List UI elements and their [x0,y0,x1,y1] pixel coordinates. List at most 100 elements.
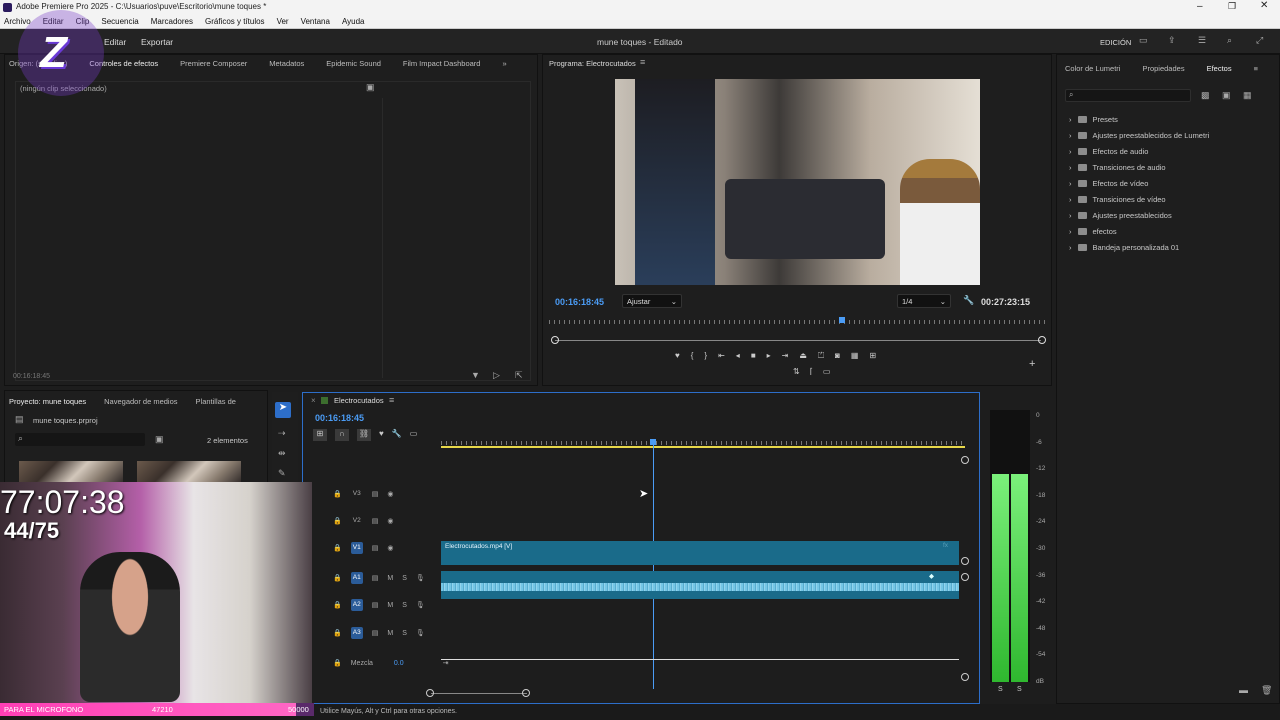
sequence-tab[interactable]: Electrocutados [334,396,384,405]
program-playhead-timecode[interactable]: 00:16:18:45 [555,297,604,307]
effects-tree-item[interactable]: › Efectos de vídeo [1069,175,1209,191]
quick-export-icon[interactable]: ☰ [1198,35,1206,46]
nest-icon[interactable]: ⊞ [313,429,327,441]
new-bin-icon[interactable]: ▬ [1239,685,1248,695]
source-tab-4[interactable]: Epidemic Sound [326,59,381,68]
close-tab-icon[interactable]: × [311,396,316,405]
mute-button[interactable]: M [387,630,393,637]
sync-lock-icon[interactable]: ▤ [372,601,379,609]
effects-tab-2[interactable]: Efectos [1207,64,1232,73]
timeline-timecode[interactable]: 00:16:18:45 [315,413,364,423]
razor-icon[interactable]: ✎ [278,468,286,479]
source-tab-2[interactable]: Premiere Composer [180,59,247,68]
mic-icon[interactable]: 🎙 [416,574,425,582]
find-icon[interactable]: ▣ [155,434,164,445]
panel-menu-icon[interactable]: ≡ [389,395,394,405]
panel-menu-icon[interactable]: ≡ [640,57,645,67]
effects-tree-item[interactable]: › Efectos de audio [1069,143,1209,159]
fit-dropdown[interactable]: Ajustar ⌄ [622,294,682,308]
work-area-bar[interactable] [441,446,965,448]
fullscreen-icon[interactable]: ⤢ [1256,35,1263,46]
edit-mode-button[interactable]: Editar [104,37,126,47]
panel-menu-icon[interactable]: ≡ [1254,64,1258,73]
eye-icon[interactable]: ◉ [387,490,393,498]
linked-selection-icon[interactable]: ⛓ [357,429,371,441]
panel-menu-icon[interactable]: ▣ [366,82,375,93]
effects-tab-1[interactable]: Propiedades [1142,64,1184,73]
effects-tab-0[interactable]: Color de Lumetri [1065,64,1120,73]
hscroll-bar[interactable] [431,693,527,694]
sync-lock-icon[interactable]: ▤ [372,629,379,637]
project-tab-0[interactable]: Proyecto: mune toques [9,397,86,406]
lock-icon[interactable]: 🔒 [333,574,342,582]
lock-icon[interactable]: 🔒 [333,659,342,667]
add-marker-icon[interactable]: ♥ [379,429,384,441]
menu-item-3[interactable]: Secuencia [101,17,138,26]
go-to-end-icon[interactable]: ⇥ [443,659,449,667]
timeline-playhead[interactable] [653,445,654,689]
captions-icon[interactable]: ▭ [410,429,418,441]
effects-tree-item[interactable]: › Ajustes preestablecidos de Lumetri [1069,127,1209,143]
mic-icon[interactable]: 🎙 [416,629,425,637]
more-tabs-icon[interactable]: » [502,59,506,68]
mute-button[interactable]: M [387,575,393,582]
menu-item-6[interactable]: Ver [277,17,289,26]
solo-button[interactable]: S [402,630,407,637]
stop-icon[interactable]: ■ [751,351,756,361]
zoom-handle-left[interactable] [551,336,559,344]
sync-lock-icon[interactable]: ▤ [372,517,379,525]
effects-tree-item[interactable]: › Bandeja personalizada 01 [1069,239,1209,255]
selection-tool-icon[interactable]: ➤ [275,402,291,418]
lift-icon[interactable]: ⏏ [799,351,807,361]
effects-tree-item[interactable]: › efectos [1069,223,1209,239]
vscroll-handle-audio[interactable] [961,573,969,581]
32-bit-icon[interactable]: ▣ [1222,90,1231,101]
mark-in-icon[interactable]: { [691,351,694,361]
track-target-label[interactable]: V2 [351,515,363,527]
project-tab-2[interactable]: Plantillas de [196,397,236,406]
program-ruler[interactable] [549,320,1045,326]
sync-lock-icon[interactable]: ▤ [372,544,379,552]
close-icon[interactable]: ✕ [1260,0,1268,11]
menu-item-7[interactable]: Ventana [301,17,330,26]
effects-search-input[interactable]: ⌕ [1065,89,1191,102]
track-select-icon[interactable]: ⇢ [278,428,286,439]
delete-icon[interactable]: 🗑 [1261,685,1272,696]
go-to-in-icon[interactable]: ⇤ [718,351,725,361]
multicam-icon[interactable]: ⊞ [869,351,876,361]
mic-icon[interactable]: 🎙 [416,601,425,609]
marker-icon[interactable]: ♥ [675,351,680,361]
menu-item-4[interactable]: Marcadores [151,17,193,26]
overlay-icon[interactable]: ▭ [823,367,831,376]
solo-right-button[interactable]: S [1017,686,1022,693]
restore-icon[interactable]: ❐ [1228,1,1236,12]
extract-icon[interactable]: ⏍ [818,351,824,361]
track-target-label[interactable]: A2 [350,599,363,611]
source-tab-3[interactable]: Metadatos [269,59,304,68]
effects-tree-item[interactable]: › Transiciones de vídeo [1069,191,1209,207]
filter-icon[interactable]: ▼ [471,370,480,380]
go-to-out-icon[interactable]: ⇥ [782,351,789,361]
safe-margins-icon[interactable]: ⌈ [810,367,813,376]
hscroll-handle-left[interactable] [426,689,434,697]
workspace-label[interactable]: EDICIÓN [1100,38,1131,47]
project-search-input[interactable]: ⌕ [15,433,145,446]
track-target-label[interactable]: A3 [350,627,363,639]
source-tab-5[interactable]: Film Impact Dashboard [403,59,481,68]
track-target-label[interactable]: V3 [351,488,363,500]
effects-tree-item[interactable]: › Presets [1069,111,1209,127]
solo-left-button[interactable]: S [998,686,1003,693]
step-back-icon[interactable]: ◂ [736,351,740,361]
mix-value[interactable]: 0.0 [394,660,404,667]
effects-tree-item[interactable]: › Ajustes preestablecidos [1069,207,1209,223]
panel-layout-icon[interactable]: ▭ [1139,35,1148,46]
effects-tree-item[interactable]: › Transiciones de audio [1069,159,1209,175]
track-target-label[interactable]: V1 [350,542,363,554]
lock-icon[interactable]: 🔒 [333,544,342,552]
zoom-handle-right[interactable] [1038,336,1046,344]
yuv-icon[interactable]: ▦ [1243,90,1252,101]
lock-icon[interactable]: 🔒 [333,517,342,525]
menu-item-8[interactable]: Ayuda [342,17,365,26]
lock-icon[interactable]: 🔒 [333,629,342,637]
vscroll-handle-top[interactable] [961,456,969,464]
